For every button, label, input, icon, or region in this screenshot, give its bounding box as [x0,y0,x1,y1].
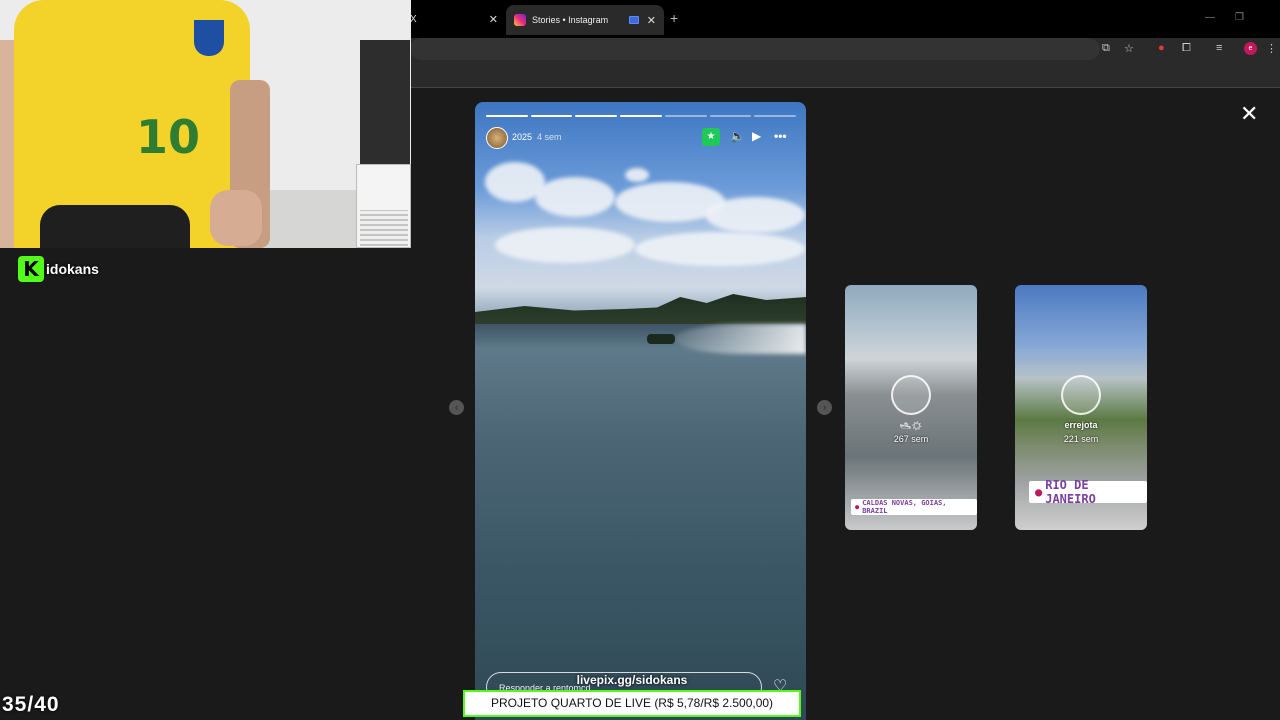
star-icon: ★ [702,128,720,146]
shore-trees [475,294,806,324]
story-card-2-avatar [1061,375,1101,415]
story-progress-segment [620,115,662,117]
instagram-icon [514,14,526,26]
story-avatar[interactable] [486,127,508,149]
story-card-2[interactable]: errejota 221 sem ● RIO DE JANEIRO [1015,285,1147,530]
jetski-wake [675,324,806,354]
tab-previous-close-icon[interactable]: ✕ [489,13,498,26]
maximize-button[interactable]: ❐ [1235,12,1244,23]
tab-previous-label: X [410,14,417,25]
location-pin-icon: ● [855,503,860,511]
kick-channel-badge: K idokans [18,256,99,282]
screen: X ✕ Stories • Instagram ✕ + — ❐ ⧉ ☆ ● ⧠ … [0,0,1280,720]
location-sticker-2-text: RIO DE JANEIRO [1045,478,1096,506]
story-progress-segment [709,115,752,117]
location-pin-icon: ● [1035,485,1043,499]
tab-title: Stories • Instagram [532,15,609,25]
close-icon[interactable]: ✕ [1240,103,1258,125]
boat-sun-emoji-icon: 🛥☀ [899,421,923,431]
tab-close-icon[interactable]: ✕ [647,14,656,27]
donation-link: livepix.gg/sidokans [576,673,688,687]
profile-avatar[interactable]: e [1244,42,1257,55]
donation-goal-banner: PROJETO QUARTO DE LIVE (R$ 5,78/R$ 2.500… [463,690,801,717]
story-progress-segment [486,115,528,117]
goal-counter: 35/40 [2,693,60,716]
kick-logo-icon: K [18,256,44,282]
minimize-button[interactable]: — [1205,12,1215,23]
location-sticker-2: ● RIO DE JANEIRO [1029,478,1147,506]
location-sticker-1-text: CALDAS NOVAS, GOIAS, BRAZIL [862,499,947,515]
story-progress-bar [486,115,797,117]
tab-previous[interactable]: X ✕ [404,8,504,32]
story-card-2-username: errejota [1064,420,1098,430]
toolbar: ⧉ ☆ ● ⧠ ≡ e ⋮ [404,38,1280,62]
jetski [647,334,675,344]
cast-icon[interactable]: ⧉ [1102,42,1110,55]
previous-story-arrow-icon[interactable]: ‹ [449,400,464,415]
tab-stories-instagram[interactable]: Stories • Instagram ✕ [506,5,664,35]
story-card-1-time: 267 sem [893,434,929,444]
menu-kebab-icon[interactable]: ⋮ [1266,42,1277,55]
cbf-crest-icon [194,20,224,56]
more-icon[interactable]: ••• [774,129,787,143]
story-progress-segment [664,115,707,117]
new-tab-button[interactable]: + [670,10,678,26]
bookmark-star-icon[interactable]: ☆ [1124,42,1134,55]
story-progress-segment [530,115,573,117]
jersey-number: 10 [136,110,201,164]
address-bar[interactable] [410,38,1100,60]
location-sticker-1: ● CALDAS NOVAS, GOIAS, BRAZIL [851,499,977,515]
speaker-icon[interactable]: 🔈 [730,129,745,143]
bookmarks-bar [404,62,1280,88]
extensions-puzzle-icon[interactable]: ⧠ [1182,42,1191,55]
story-progress-segment [754,115,797,117]
story-card-1[interactable]: 🛥☀ 267 sem ● CALDAS NOVAS, GOIAS, BRAZIL [845,285,977,530]
story-viewer[interactable]: 2025 4 sem ★ 🔈 ▶ ••• Responder a rentomc… [475,102,806,720]
story-progress-segment [575,115,618,117]
story-username[interactable]: 2025 [512,132,532,142]
story-card-2-time: 221 sem [1063,434,1099,444]
webcam-overlay: 10 [0,0,411,248]
channel-name: idokans [46,261,99,277]
media-playing-icon[interactable] [628,16,639,24]
extension-red-icon[interactable]: ● [1158,42,1165,54]
media-controls-icon[interactable]: ≡ [1216,42,1222,54]
next-story-arrow-icon[interactable]: › [817,400,832,415]
story-time-ago: 4 sem [537,132,562,142]
play-icon[interactable]: ▶ [752,129,761,143]
story-card-1-avatar [891,375,931,415]
